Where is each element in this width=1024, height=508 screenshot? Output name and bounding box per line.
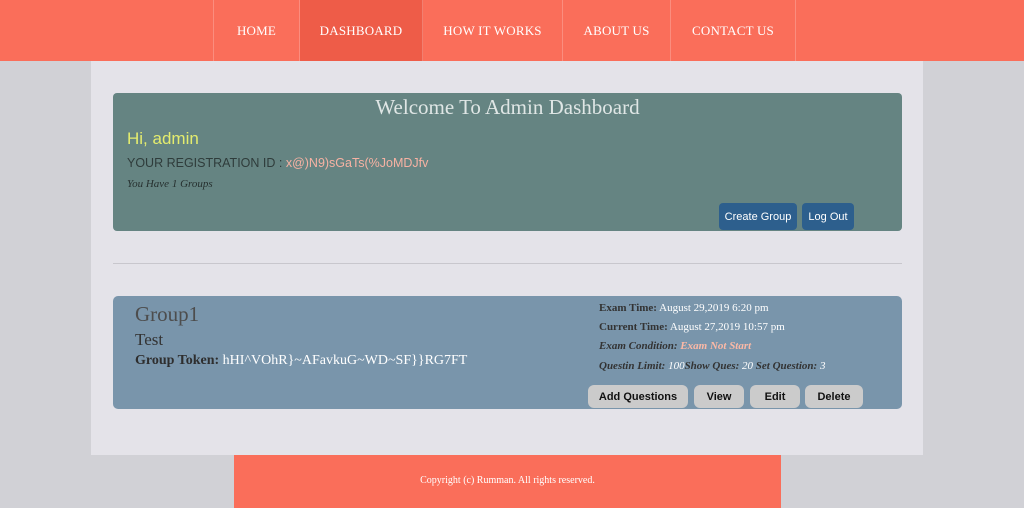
delete-button[interactable]: Delete bbox=[805, 385, 863, 408]
add-questions-button[interactable]: Add Questions bbox=[588, 385, 688, 408]
create-group-button[interactable]: Create Group bbox=[719, 203, 797, 230]
exam-condition-label: Exam Condition: bbox=[599, 340, 678, 352]
exam-time-value: August 29,2019 6:20 pm bbox=[659, 302, 769, 314]
set-question-label: Set Question: bbox=[755, 360, 818, 372]
nav-about-us-link[interactable]: ABOUT US bbox=[563, 0, 671, 61]
registration-id-value: x@)N9)sGaTs(%JoMDJfv bbox=[285, 156, 429, 170]
nav-dashboard-link[interactable]: DASHBOARD bbox=[300, 0, 423, 61]
top-nav-bar: HOME DASHBOARD HOW IT WORKS ABOUT US CON… bbox=[0, 0, 1024, 61]
exam-condition-value: Exam Not Start bbox=[680, 340, 752, 352]
set-question-value: 3 bbox=[819, 360, 826, 372]
question-limit-label: Questin Limit: bbox=[599, 360, 666, 372]
group-token-row: Group Token: hHI^VOhR}~AFavkuG~WD~SF}}RG… bbox=[135, 353, 467, 369]
logout-button[interactable]: Log Out bbox=[802, 203, 854, 230]
copyright-text: Copyright (c) Rumman. All rights reserve… bbox=[420, 475, 595, 486]
registration-id-label: YOUR REGISTRATION ID : bbox=[127, 156, 286, 170]
welcome-panel: Welcome To Admin Dashboard Hi, admin YOU… bbox=[113, 93, 902, 231]
current-time-label: Current Time: bbox=[599, 321, 668, 333]
exam-condition-row: Exam Condition: Exam Not Start bbox=[599, 340, 751, 352]
question-stats-row: Questin Limit: 100Show Ques: 20 Set Ques… bbox=[599, 360, 825, 372]
current-time-row: Current Time: August 27,2019 10:57 pm bbox=[599, 321, 785, 333]
edit-button[interactable]: Edit bbox=[750, 385, 800, 408]
registration-id-row: YOUR REGISTRATION ID : x@)N9)sGaTs(%JoMD… bbox=[127, 156, 428, 170]
section-divider bbox=[113, 263, 902, 264]
groups-count-text: You Have 1 Groups bbox=[127, 178, 213, 190]
show-ques-value: 20 bbox=[742, 360, 754, 372]
nav-home-link[interactable]: HOME bbox=[214, 0, 300, 61]
group-name: Group1 bbox=[135, 302, 200, 326]
show-ques-label: Show Ques: bbox=[684, 360, 740, 372]
exam-time-row: Exam Time: August 29,2019 6:20 pm bbox=[599, 302, 769, 314]
view-button[interactable]: View bbox=[694, 385, 744, 408]
group-description: Test bbox=[135, 330, 164, 349]
greeting-text: Hi, admin bbox=[127, 129, 199, 148]
group-token-label: Group Token: bbox=[135, 353, 220, 368]
nav-how-it-works-link[interactable]: HOW IT WORKS bbox=[423, 0, 563, 61]
exam-time-label: Exam Time: bbox=[599, 302, 657, 314]
footer: Copyright (c) Rumman. All rights reserve… bbox=[234, 455, 781, 508]
current-time-value: August 27,2019 10:57 pm bbox=[669, 321, 785, 333]
welcome-title: Welcome To Admin Dashboard bbox=[375, 95, 640, 119]
main-nav: HOME DASHBOARD HOW IT WORKS ABOUT US CON… bbox=[213, 0, 796, 61]
group-token-value: hHI^VOhR}~AFavkuG~WD~SF}}RG7FT bbox=[222, 353, 468, 368]
nav-contact-us-link[interactable]: CONTACT US bbox=[671, 0, 796, 61]
group-card: Group1 Test Group Token: hHI^VOhR}~AFavk… bbox=[113, 296, 902, 409]
question-limit-value: 100 bbox=[668, 360, 685, 372]
